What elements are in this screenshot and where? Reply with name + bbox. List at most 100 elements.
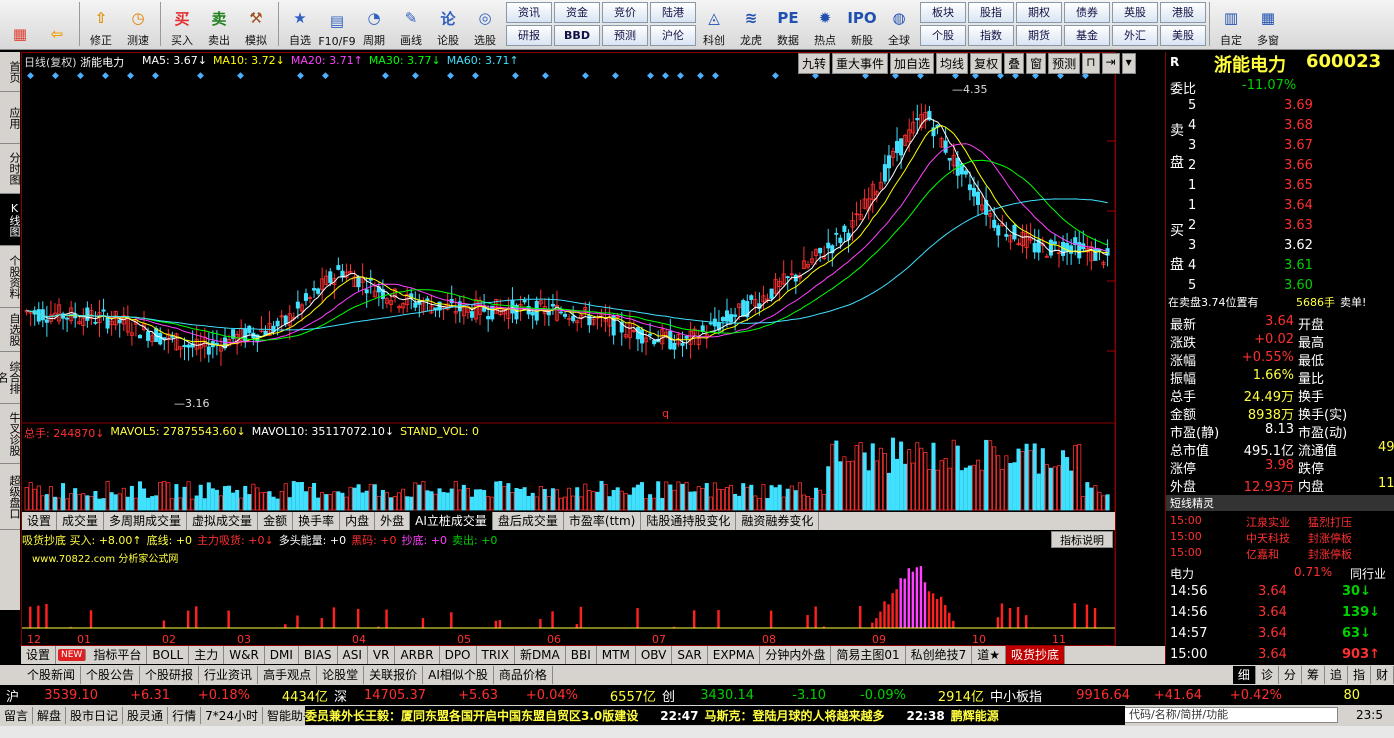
- grid-button[interactable]: 资金: [554, 2, 600, 23]
- ticker-headline[interactable]: 鹏辉能源: [951, 707, 999, 724]
- grid-button[interactable]: 预测: [602, 25, 648, 46]
- 全球-button[interactable]: ◍ 全球: [881, 2, 917, 48]
- volume-tab[interactable]: 融资融券变化: [736, 512, 820, 530]
- 自定-button[interactable]: ▥ 自定: [1213, 2, 1249, 48]
- market-button[interactable]: 外汇: [1112, 25, 1158, 46]
- market-button[interactable]: 股指: [968, 2, 1014, 23]
- chart-tool-button[interactable]: 窗: [1026, 53, 1047, 74]
- market-button[interactable]: 期货: [1016, 25, 1062, 46]
- sector-link[interactable]: 同行业: [1350, 565, 1386, 582]
- indicator-tab[interactable]: OBV: [636, 646, 673, 664]
- chart-tool-button[interactable]: 均线: [936, 53, 969, 74]
- lock-icon[interactable]: ⊓: [1082, 53, 1100, 74]
- dropdown-icon[interactable]: ▾: [1121, 53, 1136, 74]
- indicator-tab[interactable]: W&R: [224, 646, 265, 664]
- 选股-button[interactable]: ◎ 选股: [467, 2, 503, 48]
- volume-tab[interactable]: 外盘: [375, 512, 411, 530]
- market-button[interactable]: 基金: [1064, 25, 1110, 46]
- left-tab[interactable]: 首页: [0, 52, 21, 92]
- sector-name[interactable]: 电力: [1170, 565, 1194, 582]
- volume-tab[interactable]: 盘后成交量: [493, 512, 564, 530]
- buy-price[interactable]: 3.60: [1284, 278, 1313, 293]
- market-button[interactable]: 债券: [1064, 2, 1110, 23]
- indicator-tab[interactable]: 分钟内外盘: [760, 646, 832, 664]
- sell-price[interactable]: 3.65: [1284, 178, 1313, 193]
- sell-price[interactable]: 3.66: [1284, 158, 1313, 173]
- 模拟-button[interactable]: ⚒ 模拟: [238, 2, 274, 48]
- 科创-button[interactable]: ◬ 科创: [696, 2, 732, 48]
- index-name[interactable]: 创: [662, 686, 682, 705]
- chart-area[interactable]: —4.35 —3.16 q ◆ ◆ ◆ ◆ ◆ ◆ ◆ ◆ ◆ ◆ ◆ ◆ ◆ ◆ ◆ ◆ ◆ ◆ ◆ ◆ ◆ ◆ ◆ ◆ ◆ ◆ ◆ ◆ ◆…: [21, 52, 1136, 647]
- grid-button[interactable]: 陆港: [650, 2, 696, 23]
- left-tab[interactable]: 超级盘口: [0, 464, 21, 530]
- volume-tab[interactable]: 成交量: [57, 512, 105, 530]
- news-bar-item[interactable]: 行情: [168, 707, 202, 724]
- left-tab[interactable]: 应用: [0, 92, 21, 144]
- 多窗-button[interactable]: ▦ 多窗: [1250, 2, 1286, 48]
- left-tab[interactable]: 牛叉诊股: [0, 404, 21, 464]
- indicator-tab[interactable]: DMI: [265, 646, 299, 664]
- indicator-tab[interactable]: SAR: [672, 646, 708, 664]
- 测速-button[interactable]: ◷ 测速: [120, 2, 156, 48]
- grid-button[interactable]: 竞价: [602, 2, 648, 23]
- left-tab[interactable]: 综合排名: [0, 352, 21, 404]
- indicator-tab[interactable]: TRIX: [477, 646, 515, 664]
- expand-icon[interactable]: ⇥: [1101, 53, 1120, 74]
- sell-price[interactable]: 3.68: [1284, 118, 1313, 133]
- info-tab[interactable]: 个股公告: [81, 666, 141, 684]
- indicator-tab[interactable]: DPO: [440, 646, 477, 664]
- news-bar-item[interactable]: 留言: [0, 707, 34, 724]
- market-button[interactable]: 美股: [1160, 25, 1206, 46]
- news-bar-item[interactable]: 解盘: [33, 707, 67, 724]
- chart-canvas[interactable]: —4.35—3.16q◆ ◆ ◆ ◆ ◆ ◆ ◆ ◆ ◆ ◆ ◆ ◆ ◆ ◆ ◆ ◆ ◆ ◆ ◆ ◆ ◆ ◆ ◆ ◆ ◆ ◆ ◆ ◆ ◆…: [22, 53, 1117, 647]
- indicator-tab[interactable]: ASI: [338, 646, 368, 664]
- 论股-button[interactable]: 论论股: [430, 2, 466, 48]
- volume-tab[interactable]: AI立桩成交量: [410, 512, 493, 530]
- 龙虎-button[interactable]: ≋ 龙虎: [733, 2, 769, 48]
- volume-tab[interactable]: 内盘: [340, 512, 376, 530]
- left-tab[interactable]: K线图: [0, 194, 21, 246]
- 卖出-button[interactable]: 卖卖出: [201, 2, 237, 48]
- indicator-tab[interactable]: BIAS: [299, 646, 338, 664]
- news-bar-item[interactable]: 股市日记: [66, 707, 124, 724]
- ticker-headline[interactable]: 马斯克：登陆月球的人将越来越多: [704, 707, 884, 724]
- market-button[interactable]: 英股: [1112, 2, 1158, 23]
- indicator-tab[interactable]: 指标平台: [88, 646, 148, 664]
- market-button[interactable]: 板块: [920, 2, 966, 23]
- right-panel-tab[interactable]: 细: [1232, 666, 1256, 684]
- grid-button[interactable]: 研报: [506, 25, 552, 46]
- indicator-tab[interactable]: VR: [368, 646, 396, 664]
- market-button[interactable]: 指数: [968, 25, 1014, 46]
- indicator-tab[interactable]: 简易主图01: [831, 646, 906, 664]
- info-tab[interactable]: 个股新闻: [22, 666, 82, 684]
- indicator-tab[interactable]: 新DMA: [515, 646, 566, 664]
- volume-tab[interactable]: 多周期成交量: [104, 512, 188, 530]
- indicator-tab[interactable]: NEW: [58, 649, 87, 661]
- info-tab[interactable]: AI相似个股: [423, 666, 494, 684]
- info-tab[interactable]: 高手观点: [258, 666, 318, 684]
- news-bar-item[interactable]: 股灵通: [123, 707, 169, 724]
- chart-tool-button[interactable]: 加自选: [890, 53, 935, 74]
- indicator-tab[interactable]: 设置: [21, 646, 57, 664]
- indicator-tab[interactable]: 私创绝技7: [906, 646, 973, 664]
- 买入-button[interactable]: 买买入: [164, 2, 200, 48]
- right-panel-tab[interactable]: 分: [1279, 666, 1302, 684]
- app-icon-button[interactable]: ▦: [2, 2, 38, 48]
- index-name[interactable]: 沪: [6, 686, 26, 705]
- indicator-tab[interactable]: BOLL: [147, 646, 190, 664]
- short-stock[interactable]: 江泉实业: [1246, 514, 1290, 530]
- buy-price[interactable]: 3.62: [1284, 238, 1313, 253]
- info-tab[interactable]: 行业资讯: [199, 666, 259, 684]
- indicator-tab[interactable]: ARBR: [395, 646, 440, 664]
- search-input[interactable]: 代码/名称/简拼/功能: [1124, 707, 1338, 723]
- volume-tab[interactable]: 陆股通持股变化: [641, 512, 737, 530]
- left-tab[interactable]: 个股资料: [0, 246, 21, 308]
- right-panel-tab[interactable]: 诊: [1256, 666, 1279, 684]
- buy-price[interactable]: 3.64: [1284, 198, 1313, 213]
- volume-tab[interactable]: 设置: [22, 512, 58, 530]
- sell-price[interactable]: 3.67: [1284, 138, 1313, 153]
- news-bar-item[interactable]: 7*24小时: [201, 707, 263, 724]
- info-tab[interactable]: 关联报价: [364, 666, 424, 684]
- chart-tool-button[interactable]: 预测: [1048, 53, 1081, 74]
- grid-button[interactable]: 资讯: [506, 2, 552, 23]
